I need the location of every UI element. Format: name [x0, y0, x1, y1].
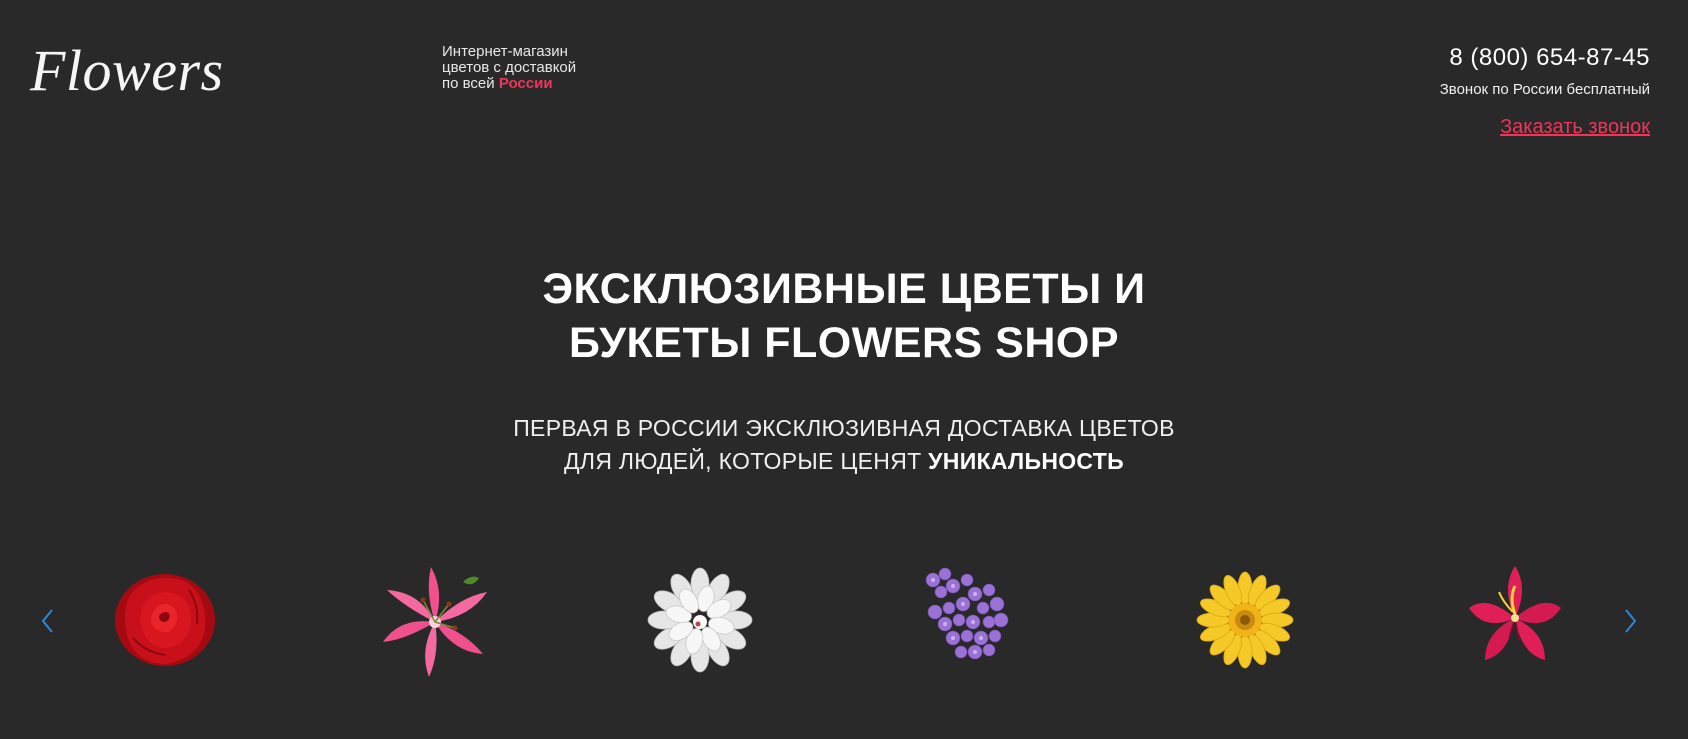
hero-title: ЭКСКЛЮЗИВНЫЕ ЦВЕТЫ И БУКЕТЫ FLOWERS SHOP — [464, 262, 1224, 370]
tagline-line-1: Интернет-магазин — [442, 43, 568, 60]
phone-note: Звонок по России бесплатный — [1439, 81, 1650, 98]
lilac-icon — [925, 567, 1009, 660]
order-callback-link[interactable]: Заказать звонок — [1500, 116, 1650, 138]
dahlia-icon — [647, 567, 753, 673]
chevron-right-icon — [1625, 609, 1637, 633]
store-tagline: Интернет-магазин цветов с доставкой по в… — [442, 44, 576, 92]
tagline-prefix: по всей — [442, 75, 495, 92]
hero-subtitle: ПЕРВАЯ В РОССИИ ЭКСКЛЮЗИВНАЯ ДОСТАВКА ЦВ… — [394, 412, 1294, 478]
hero-subtitle-line-1: ПЕРВАЯ В РОССИИ ЭКСКЛЮЗИВНАЯ ДОСТАВКА ЦВ… — [513, 415, 1175, 441]
gerbera-icon — [1196, 571, 1294, 669]
tagline-line-2: цветов с доставкой — [442, 59, 577, 76]
slider-next-button[interactable] — [1620, 606, 1640, 636]
phone-number[interactable]: 8 (800) 654-87-45 — [1440, 44, 1650, 72]
flower-dahlia[interactable] — [640, 560, 760, 680]
contacts: 8 (800) 654-87-45 Звонок по России беспл… — [1440, 44, 1650, 138]
slider-prev-button[interactable] — [38, 606, 58, 636]
flower-gerbera[interactable] — [1185, 560, 1305, 680]
hero-subtitle-line-2: ДЛЯ ЛЮДЕЙ, КОТОРЫЕ ЦЕНЯТ УНИКАЛЬНОСТЬ — [394, 445, 1294, 478]
flower-lilac[interactable] — [905, 560, 1025, 680]
tagline-line-3: по всей России — [442, 76, 576, 92]
flower-alstroemeria[interactable] — [1455, 560, 1575, 680]
flower-rose[interactable] — [105, 560, 225, 680]
alstroemeria-icon — [1469, 566, 1561, 660]
hero-subtitle-emphasis: УНИКАЛЬНОСТЬ — [928, 448, 1124, 474]
logo[interactable]: Flowers — [30, 36, 224, 106]
flower-lily[interactable] — [375, 560, 495, 680]
flower-slider — [0, 560, 1688, 690]
chevron-left-icon — [41, 609, 53, 633]
lily-icon — [383, 567, 487, 677]
rose-icon — [115, 574, 215, 666]
page: Flowers Интернет-магазин цветов с достав… — [0, 0, 1688, 739]
hero-subtitle-prefix: ДЛЯ ЛЮДЕЙ, КОТОРЫЕ ЦЕНЯТ — [564, 448, 922, 474]
hero-title-line-1: ЭКСКЛЮЗИВНЫЕ ЦВЕТЫ И — [542, 265, 1146, 313]
hero-title-line-2: БУКЕТЫ FLOWERS SHOP — [568, 319, 1120, 367]
hero: ЭКСКЛЮЗИВНЫЕ ЦВЕТЫ И БУКЕТЫ FLOWERS SHOP… — [0, 262, 1688, 478]
tagline-accent: России — [498, 75, 553, 92]
